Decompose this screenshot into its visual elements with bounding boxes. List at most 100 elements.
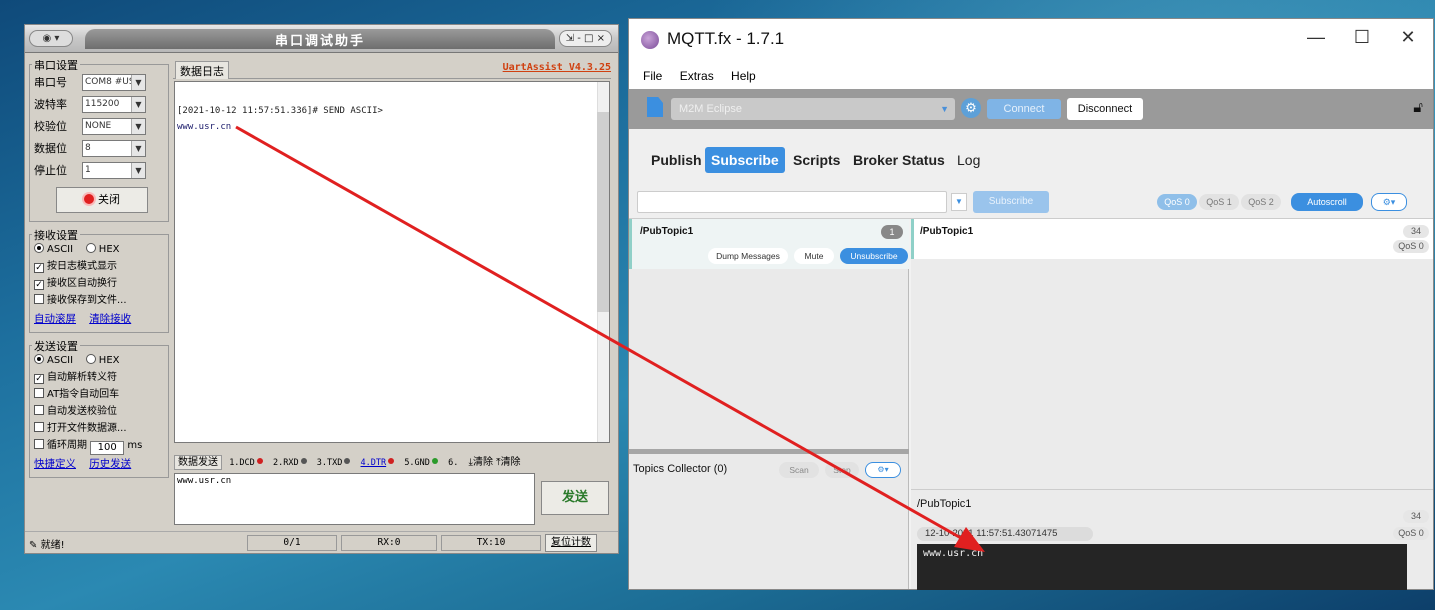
chevron-down-icon[interactable]: ▼ xyxy=(131,140,145,156)
chevron-down-icon[interactable]: ▼ xyxy=(131,74,145,90)
receive-area[interactable]: [2021-10-12 11:57:51.336]# SEND ASCII> w… xyxy=(174,81,610,443)
send-button[interactable]: 发送 xyxy=(541,481,609,515)
window-controls-label[interactable]: - □ × xyxy=(577,33,605,44)
send-loop-checkbox[interactable] xyxy=(34,439,44,449)
version-link[interactable]: UartAssist V4.3.25 xyxy=(503,62,611,73)
shortcut-def-link[interactable]: 快捷定义 xyxy=(34,458,76,470)
auto-scroll-link[interactable]: 自动滚屏 xyxy=(34,313,76,325)
port-select[interactable]: COM8 #USI ▼ xyxy=(82,73,146,91)
stop-button[interactable]: Stop xyxy=(825,462,859,478)
send-loop-option[interactable]: 循环周期 100 ms xyxy=(34,437,164,455)
menu-extras[interactable]: Extras xyxy=(680,63,714,89)
disconnect-button[interactable]: Disconnect xyxy=(1067,98,1143,120)
send-at-option[interactable]: AT指令自动回车 xyxy=(34,386,164,403)
recv-ascii-radio[interactable] xyxy=(34,243,44,253)
options-gear-icon[interactable]: ⚙▾ xyxy=(1371,193,1407,211)
tab-broker-status[interactable]: Broker Status xyxy=(847,147,951,173)
recv-log-mode-checkbox[interactable]: ✓ xyxy=(34,263,44,273)
send-text-area[interactable]: www.usr.cn xyxy=(174,473,535,525)
window-controls[interactable]: ⇲ - □ × xyxy=(558,30,612,47)
tab-subscribe[interactable]: Subscribe xyxy=(705,147,785,173)
unlock-icon[interactable]: 🔓︎ xyxy=(1413,99,1423,116)
history-send-link[interactable]: 历史发送 xyxy=(89,458,131,470)
pin-icon[interactable]: ⇲ xyxy=(566,33,574,44)
system-menu-icon[interactable]: ◉ ▾ xyxy=(29,30,73,47)
clear-button-1[interactable]: 清除 xyxy=(473,457,493,468)
profile-select[interactable]: M2M Eclipse ▼ xyxy=(671,98,955,120)
send-settings-group: 发送设置 ASCII HEX ✓ 自动解析转义符 AT指令自动回车 自动发送校验位… xyxy=(29,338,169,478)
send-escape-label: 自动解析转义符 xyxy=(47,372,117,383)
subscribe-topic-input[interactable] xyxy=(637,191,947,213)
tab-data-send[interactable]: 数据发送 xyxy=(174,455,222,470)
recv-log-mode-option[interactable]: ✓ 按日志模式显示 xyxy=(34,258,164,275)
send-ascii-radio[interactable] xyxy=(34,354,44,364)
clear-recv-link[interactable]: 清除接收 xyxy=(89,313,131,325)
signal-dtr[interactable]: 4.DTR xyxy=(361,458,395,468)
detail-payload[interactable]: www.usr.cn xyxy=(917,544,1407,590)
message-detail: /PubTopic1 34 12-10-2021 11:57:51.430714… xyxy=(911,489,1433,590)
close-icon[interactable]: ✕ xyxy=(1393,27,1423,48)
qos1-toggle[interactable]: QoS 1 xyxy=(1199,194,1239,210)
signal-dtr-label[interactable]: 4.DTR xyxy=(361,458,387,468)
mute-button[interactable]: Mute xyxy=(794,248,834,264)
scrollbar-thumb[interactable] xyxy=(597,112,609,312)
tab-publish[interactable]: Publish xyxy=(645,147,708,173)
send-escape-checkbox[interactable]: ✓ xyxy=(34,374,44,384)
receive-scrollbar[interactable] xyxy=(597,82,609,442)
uart-status-bar: ✎ 就绪! 0/1 RX:0 TX:10 复位计数 xyxy=(25,531,618,553)
send-hex-radio[interactable] xyxy=(85,354,96,364)
databits-label: 数据位 xyxy=(34,142,67,155)
autoscroll-toggle[interactable]: Autoscroll xyxy=(1291,193,1363,211)
clear-button-2[interactable]: 清除 xyxy=(501,457,521,468)
stopbits-label: 停止位 xyxy=(34,164,67,177)
collector-options-icon[interactable]: ⚙▾ xyxy=(865,462,901,478)
pane-divider[interactable] xyxy=(629,449,909,454)
baud-value: 115200 xyxy=(85,98,120,109)
baud-select[interactable]: 115200 ▼ xyxy=(82,95,146,113)
subscription-item[interactable]: /PubTopic1 1 Dump Messages Mute Unsubscr… xyxy=(629,219,909,269)
mqtt-title-bar[interactable]: MQTT.fx - 1.7.1 — ☐ ✕ xyxy=(629,19,1433,63)
menu-help[interactable]: Help xyxy=(731,63,756,89)
message-qos: QoS 0 xyxy=(1393,240,1429,253)
file-icon[interactable] xyxy=(647,97,663,117)
recv-auto-newline-option[interactable]: ✓ 接收区自动换行 xyxy=(34,275,164,292)
uart-title-bar[interactable]: ◉ ▾ 串口调试助手 ⇲ - □ × xyxy=(25,25,618,53)
chevron-down-icon[interactable]: ▼ xyxy=(131,118,145,134)
scan-button[interactable]: Scan xyxy=(779,462,819,478)
reset-count-button[interactable]: 复位计数 xyxy=(545,534,597,552)
recv-save-file-option[interactable]: 接收保存到文件... xyxy=(34,292,164,309)
tab-log[interactable]: Log xyxy=(951,147,986,173)
recv-hex-radio[interactable] xyxy=(85,243,96,253)
minimize-icon[interactable]: — xyxy=(1301,27,1331,48)
subscribe-button[interactable]: Subscribe xyxy=(973,191,1049,213)
stopbits-select[interactable]: 1 ▼ xyxy=(82,161,146,179)
chevron-down-icon[interactable]: ▼ xyxy=(131,96,145,112)
databits-select[interactable]: 8 ▼ xyxy=(82,139,146,157)
topic-history-dropdown[interactable]: ▼ xyxy=(951,193,967,211)
tab-data-log[interactable]: 数据日志 xyxy=(175,61,229,79)
qos0-toggle[interactable]: QoS 0 xyxy=(1157,194,1197,210)
loop-period-input[interactable]: 100 xyxy=(90,441,125,455)
tab-scripts[interactable]: Scripts xyxy=(787,147,846,173)
qos2-toggle[interactable]: QoS 2 xyxy=(1241,194,1281,210)
message-row[interactable]: /PubTopic1 34 QoS 0 xyxy=(911,219,1433,259)
send-at-checkbox[interactable] xyxy=(34,388,44,398)
maximize-icon[interactable]: ☐ xyxy=(1347,27,1377,48)
recv-save-file-checkbox[interactable] xyxy=(34,294,44,304)
connect-button[interactable]: Connect xyxy=(987,99,1061,119)
send-file-option[interactable]: 打开文件数据源... xyxy=(34,420,164,437)
dump-messages-button[interactable]: Dump Messages xyxy=(708,248,788,264)
messages-pane: /PubTopic1 34 QoS 0 /PubTopic1 34 12-10-… xyxy=(911,219,1433,590)
chevron-down-icon[interactable]: ▼ xyxy=(131,162,145,178)
gear-icon[interactable]: ⚙ xyxy=(961,98,981,118)
parity-select[interactable]: NONE ▼ xyxy=(82,117,146,135)
close-port-button[interactable]: 关闭 xyxy=(56,187,148,213)
unsubscribe-button[interactable]: Unsubscribe xyxy=(840,248,908,264)
send-checksum-checkbox[interactable] xyxy=(34,405,44,415)
send-file-checkbox[interactable] xyxy=(34,422,44,432)
chevron-down-icon[interactable]: ▼ xyxy=(940,98,949,120)
recv-auto-newline-checkbox[interactable]: ✓ xyxy=(34,280,44,290)
send-escape-option[interactable]: ✓ 自动解析转义符 xyxy=(34,369,164,386)
send-checksum-option[interactable]: 自动发送校验位 xyxy=(34,403,164,420)
menu-file[interactable]: File xyxy=(643,63,662,89)
